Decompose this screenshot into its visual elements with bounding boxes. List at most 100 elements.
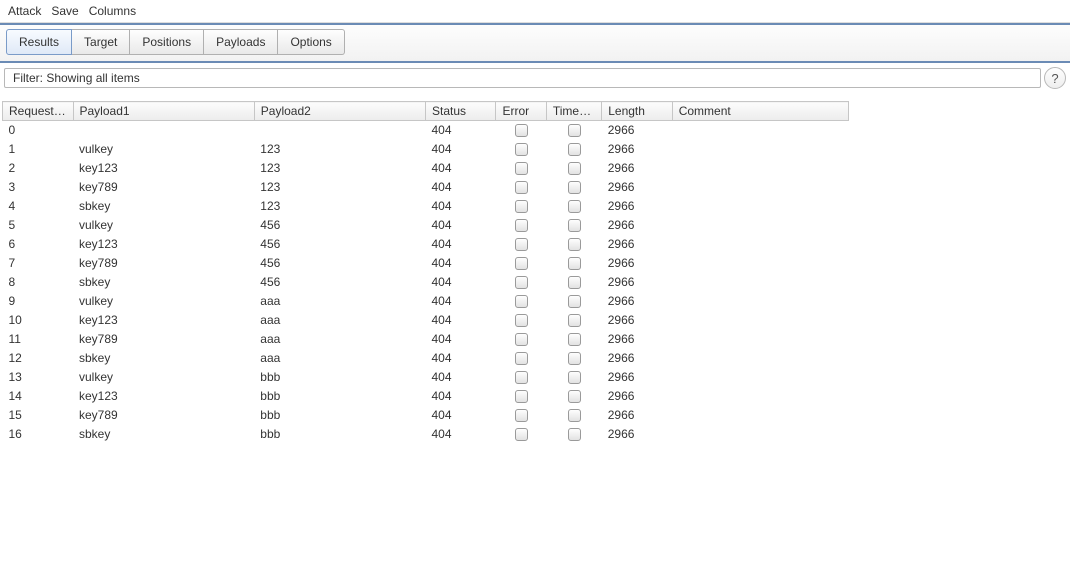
col-length[interactable]: Length xyxy=(602,102,673,121)
timeout-checkbox[interactable] xyxy=(568,371,581,384)
cell-comment[interactable] xyxy=(672,159,848,178)
tab-target[interactable]: Target xyxy=(72,29,130,55)
cell-comment[interactable] xyxy=(672,121,848,140)
cell-status: 404 xyxy=(425,406,496,425)
col-payload1[interactable]: Payload1 xyxy=(73,102,254,121)
cell-comment[interactable] xyxy=(672,425,848,444)
cell-error xyxy=(496,235,546,254)
cell-timeout xyxy=(546,349,601,368)
error-checkbox[interactable] xyxy=(515,276,528,289)
table-row[interactable]: 7key7894564042966 xyxy=(3,254,849,273)
cell-payload2: 456 xyxy=(254,235,425,254)
error-checkbox[interactable] xyxy=(515,124,528,137)
table-row[interactable]: 3key7891234042966 xyxy=(3,178,849,197)
cell-comment[interactable] xyxy=(672,235,848,254)
col-comment[interactable]: Comment xyxy=(672,102,848,121)
cell-comment[interactable] xyxy=(672,178,848,197)
cell-comment[interactable] xyxy=(672,197,848,216)
menu-save[interactable]: Save xyxy=(51,4,78,18)
timeout-checkbox[interactable] xyxy=(568,143,581,156)
timeout-checkbox[interactable] xyxy=(568,257,581,270)
cell-comment[interactable] xyxy=(672,406,848,425)
cell-error xyxy=(496,121,546,140)
timeout-checkbox[interactable] xyxy=(568,200,581,213)
error-checkbox[interactable] xyxy=(515,162,528,175)
error-checkbox[interactable] xyxy=(515,200,528,213)
timeout-checkbox[interactable] xyxy=(568,409,581,422)
timeout-checkbox[interactable] xyxy=(568,333,581,346)
col-status[interactable]: Status xyxy=(425,102,496,121)
error-checkbox[interactable] xyxy=(515,295,528,308)
error-checkbox[interactable] xyxy=(515,219,528,232)
cell-comment[interactable] xyxy=(672,216,848,235)
table-row[interactable]: 04042966 xyxy=(3,121,849,140)
error-checkbox[interactable] xyxy=(515,181,528,194)
error-checkbox[interactable] xyxy=(515,257,528,270)
col-error[interactable]: Error xyxy=(496,102,546,121)
timeout-checkbox[interactable] xyxy=(568,276,581,289)
table-row[interactable]: 10key123aaa4042966 xyxy=(3,311,849,330)
help-button[interactable]: ? xyxy=(1044,67,1066,89)
cell-length: 2966 xyxy=(602,197,673,216)
table-row[interactable]: 8sbkey4564042966 xyxy=(3,273,849,292)
timeout-checkbox[interactable] xyxy=(568,390,581,403)
cell-comment[interactable] xyxy=(672,311,848,330)
table-row[interactable]: 9vulkeyaaa4042966 xyxy=(3,292,849,311)
timeout-checkbox[interactable] xyxy=(568,352,581,365)
cell-request: 15 xyxy=(3,406,74,425)
cell-comment[interactable] xyxy=(672,330,848,349)
error-checkbox[interactable] xyxy=(515,390,528,403)
tab-positions[interactable]: Positions xyxy=(130,29,204,55)
timeout-checkbox[interactable] xyxy=(568,219,581,232)
filter-text: Filter: Showing all items xyxy=(13,71,140,85)
table-row[interactable]: 2key1231234042966 xyxy=(3,159,849,178)
menu-columns[interactable]: Columns xyxy=(89,4,136,18)
cell-timeout xyxy=(546,159,601,178)
cell-timeout xyxy=(546,292,601,311)
cell-comment[interactable] xyxy=(672,368,848,387)
error-checkbox[interactable] xyxy=(515,428,528,441)
menu-attack[interactable]: Attack xyxy=(8,4,41,18)
timeout-checkbox[interactable] xyxy=(568,314,581,327)
cell-comment[interactable] xyxy=(672,254,848,273)
tab-options[interactable]: Options xyxy=(278,29,344,55)
table-row[interactable]: 11key789aaa4042966 xyxy=(3,330,849,349)
tab-results[interactable]: Results xyxy=(6,29,72,55)
cell-request: 10 xyxy=(3,311,74,330)
timeout-checkbox[interactable] xyxy=(568,428,581,441)
error-checkbox[interactable] xyxy=(515,314,528,327)
error-checkbox[interactable] xyxy=(515,143,528,156)
cell-payload2: 456 xyxy=(254,273,425,292)
cell-comment[interactable] xyxy=(672,292,848,311)
table-row[interactable]: 13vulkeybbb4042966 xyxy=(3,368,849,387)
timeout-checkbox[interactable] xyxy=(568,238,581,251)
table-row[interactable]: 14key123bbb4042966 xyxy=(3,387,849,406)
table-row[interactable]: 4sbkey1234042966 xyxy=(3,197,849,216)
error-checkbox[interactable] xyxy=(515,352,528,365)
cell-comment[interactable] xyxy=(672,349,848,368)
timeout-checkbox[interactable] xyxy=(568,124,581,137)
cell-comment[interactable] xyxy=(672,387,848,406)
col-payload2[interactable]: Payload2 xyxy=(254,102,425,121)
table-row[interactable]: 1vulkey1234042966 xyxy=(3,140,849,159)
table-row[interactable]: 15key789bbb4042966 xyxy=(3,406,849,425)
cell-comment[interactable] xyxy=(672,140,848,159)
cell-comment[interactable] xyxy=(672,273,848,292)
timeout-checkbox[interactable] xyxy=(568,181,581,194)
tab-payloads[interactable]: Payloads xyxy=(204,29,278,55)
error-checkbox[interactable] xyxy=(515,238,528,251)
timeout-checkbox[interactable] xyxy=(568,162,581,175)
table-row[interactable]: 12sbkeyaaa4042966 xyxy=(3,349,849,368)
error-checkbox[interactable] xyxy=(515,371,528,384)
filter-input[interactable]: Filter: Showing all items xyxy=(4,68,1041,88)
table-row[interactable]: 6key1234564042966 xyxy=(3,235,849,254)
table-row[interactable]: 16sbkeybbb4042966 xyxy=(3,425,849,444)
table-row[interactable]: 5vulkey4564042966 xyxy=(3,216,849,235)
error-checkbox[interactable] xyxy=(515,333,528,346)
col-timeout[interactable]: Timeout xyxy=(546,102,601,121)
col-request[interactable]: Request ▲ xyxy=(3,102,74,121)
cell-length: 2966 xyxy=(602,254,673,273)
timeout-checkbox[interactable] xyxy=(568,295,581,308)
error-checkbox[interactable] xyxy=(515,409,528,422)
cell-payload1: vulkey xyxy=(73,140,254,159)
